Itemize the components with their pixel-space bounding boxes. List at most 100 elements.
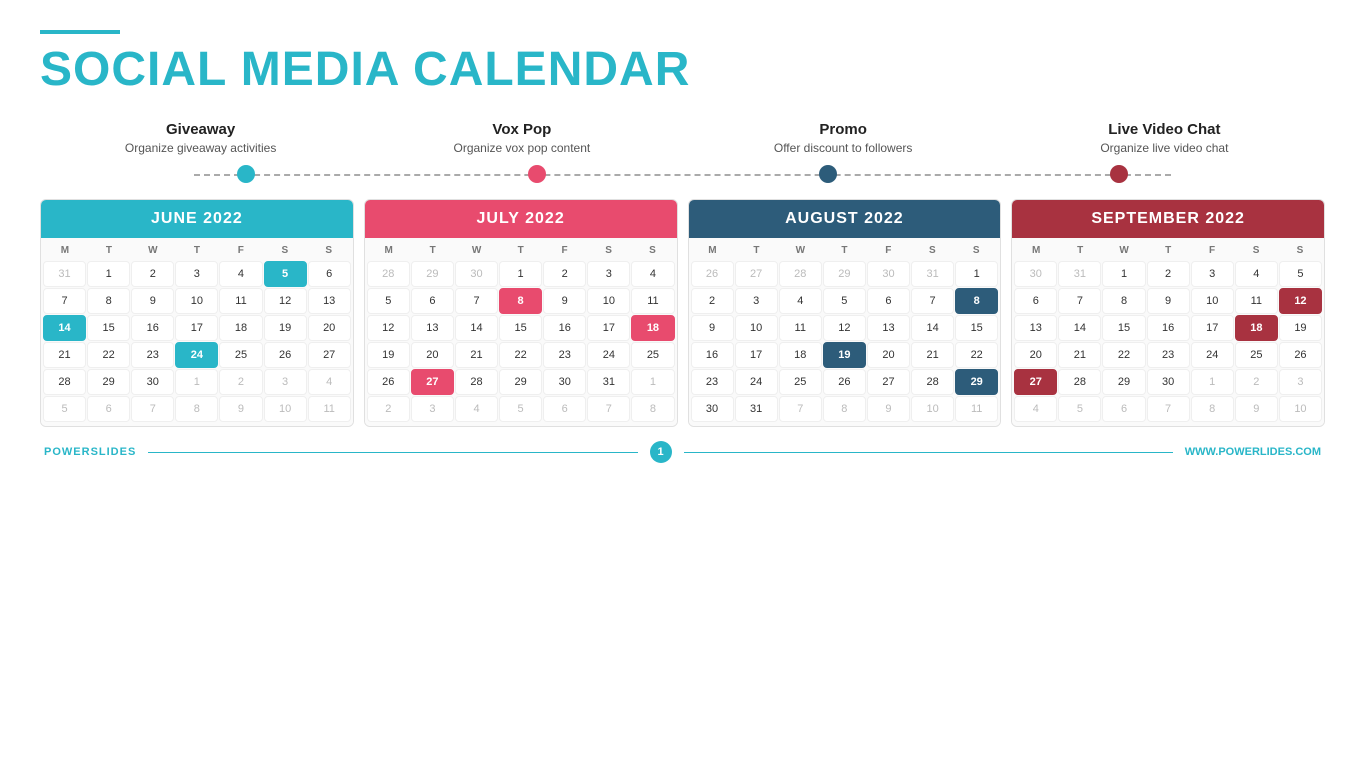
- cal-cell: 2: [219, 369, 262, 395]
- cal-cell: 5: [499, 396, 542, 422]
- cal-cell: 27: [867, 369, 910, 395]
- cal-cell: 7: [43, 288, 86, 314]
- cal-cell: 5: [1279, 261, 1322, 287]
- cal-cell: 8: [499, 288, 542, 314]
- cal-day-label: W: [778, 242, 822, 259]
- cal-cell: 6: [1102, 396, 1145, 422]
- cal-week: 16171819202122: [691, 342, 999, 368]
- cal-cell: 20: [867, 342, 910, 368]
- cal-cell: 5: [823, 288, 866, 314]
- main-container: SOCIAL MEDIA CALENDAR Giveaway Organize …: [0, 0, 1365, 767]
- cal-cell: 28: [779, 261, 822, 287]
- cal-cell: 31: [735, 396, 778, 422]
- cal-cell: 8: [1191, 396, 1234, 422]
- cal-cell: 2: [367, 396, 410, 422]
- cal-grid-june2022: MTWTFSS311234567891011121314151617181920…: [41, 238, 353, 426]
- cal-day-label: S: [631, 242, 675, 259]
- cal-cell: 16: [691, 342, 734, 368]
- cal-week: 567891011: [367, 288, 675, 314]
- cal-cell: 30: [691, 396, 734, 422]
- cal-day-label: F: [1190, 242, 1234, 259]
- calendar-july2022: JULY 2022MTWTFSS282930123456789101112131…: [364, 199, 678, 427]
- cal-day-label: S: [587, 242, 631, 259]
- title-text-main: SOCIAL MEDIA: [40, 43, 413, 96]
- cal-cell: 27: [308, 342, 351, 368]
- cal-cell: 31: [587, 369, 630, 395]
- cal-week: 21222324252627: [43, 342, 351, 368]
- cal-day-label: F: [219, 242, 263, 259]
- cal-cell: 26: [367, 369, 410, 395]
- cal-cell: 5: [264, 261, 307, 287]
- cal-cell: 10: [175, 288, 218, 314]
- cal-cell: 1: [87, 261, 130, 287]
- cal-cell: 11: [631, 288, 674, 314]
- cal-cell: 12: [264, 288, 307, 314]
- cal-cell: 2: [691, 288, 734, 314]
- cal-cell: 8: [87, 288, 130, 314]
- cal-cell: 24: [175, 342, 218, 368]
- cal-week: 23242526272829: [691, 369, 999, 395]
- cal-week: 20212223242526: [1014, 342, 1322, 368]
- category-title-livevideo: Live Video Chat: [1004, 121, 1325, 138]
- footer: POWERSLIDES 1 WWW.POWERLIDES.COM: [40, 441, 1325, 463]
- cal-cell: 8: [1102, 288, 1145, 314]
- timeline-dot-giveaway: [237, 165, 255, 183]
- cal-cell: 15: [87, 315, 130, 341]
- cal-cell: 24: [1191, 342, 1234, 368]
- cal-header-july2022: JULY 2022: [365, 200, 677, 238]
- page-title: SOCIAL MEDIA CALENDAR: [40, 42, 1325, 97]
- cal-day-label: S: [1234, 242, 1278, 259]
- cal-cell: 20: [411, 342, 454, 368]
- cal-cell: 11: [219, 288, 262, 314]
- cal-cell: 19: [823, 342, 866, 368]
- cal-cell: 14: [911, 315, 954, 341]
- cal-cell: 28: [43, 369, 86, 395]
- cal-cell: 23: [691, 369, 734, 395]
- cal-cell: 10: [1191, 288, 1234, 314]
- calendars-row: JUNE 2022MTWTFSS311234567891011121314151…: [40, 199, 1325, 427]
- cal-cell: 19: [264, 315, 307, 341]
- title-bar: SOCIAL MEDIA CALENDAR: [40, 30, 1325, 97]
- cal-cell: 31: [1058, 261, 1101, 287]
- category-desc-voxpop: Organize vox pop content: [361, 141, 682, 155]
- cal-day-label: T: [175, 242, 219, 259]
- cal-cell: 9: [1235, 396, 1278, 422]
- cal-cell: 21: [43, 342, 86, 368]
- cal-cell: 28: [911, 369, 954, 395]
- cal-cell: 31: [43, 261, 86, 287]
- cal-week: 19202122232425: [367, 342, 675, 368]
- cal-cell: 13: [411, 315, 454, 341]
- cal-cell: 21: [911, 342, 954, 368]
- cal-week: 78910111213: [43, 288, 351, 314]
- cal-cell: 6: [1014, 288, 1057, 314]
- cal-cell: 19: [1279, 315, 1322, 341]
- cal-cell: 24: [587, 342, 630, 368]
- cal-header-august2022: AUGUST 2022: [689, 200, 1001, 238]
- cal-cell: 9: [219, 396, 262, 422]
- cal-week: 303112345: [1014, 261, 1322, 287]
- cal-cell: 9: [867, 396, 910, 422]
- cal-cell: 18: [779, 342, 822, 368]
- cal-cell: 8: [631, 396, 674, 422]
- cal-cell: 27: [1014, 369, 1057, 395]
- cal-cell: 31: [911, 261, 954, 287]
- cal-cell: 14: [1058, 315, 1101, 341]
- cal-cell: 12: [1279, 288, 1322, 314]
- cal-weeks-september2022: 3031123456789101112131415161718192021222…: [1014, 261, 1322, 422]
- cal-day-label: T: [822, 242, 866, 259]
- cal-cell: 1: [175, 369, 218, 395]
- cal-cell: 4: [1235, 261, 1278, 287]
- cal-cell: 16: [131, 315, 174, 341]
- cal-cell: 29: [87, 369, 130, 395]
- cal-cell: 28: [1058, 369, 1101, 395]
- cal-cell: 11: [1235, 288, 1278, 314]
- cal-cell: 17: [735, 342, 778, 368]
- cal-cell: 1: [1191, 369, 1234, 395]
- cal-header-june2022: JUNE 2022: [41, 200, 353, 238]
- cal-weeks-june2022: 3112345678910111213141516171819202122232…: [43, 261, 351, 422]
- cal-week: 2627282930311: [691, 261, 999, 287]
- cal-cell: 27: [411, 369, 454, 395]
- cal-cell: 22: [87, 342, 130, 368]
- cal-day-label: S: [1278, 242, 1322, 259]
- cal-cell: 4: [219, 261, 262, 287]
